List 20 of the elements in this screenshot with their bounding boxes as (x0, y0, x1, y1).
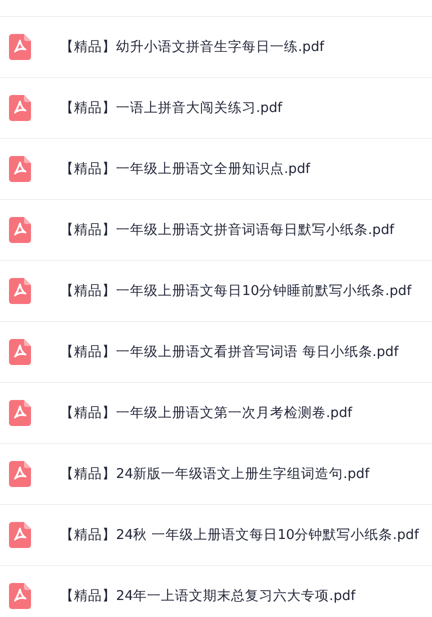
file-name[interactable]: 【精品】一年级上册语文看拼音写词语 每日小纸条.pdf (60, 343, 398, 361)
pdf-file-icon (9, 34, 31, 60)
pdf-file-icon (9, 583, 31, 609)
file-name[interactable]: 【精品】一年级上册语文每日10分钟睡前默写小纸条.pdf (60, 282, 412, 300)
pdf-file-icon (9, 400, 31, 426)
pdf-file-icon (9, 461, 31, 487)
file-name[interactable]: 【精品】24新版一年级语文上册生字组词造句.pdf (60, 465, 370, 483)
pdf-file-icon (9, 95, 31, 121)
file-name[interactable]: 【精品】一年级上册语文全册知识点.pdf (60, 160, 310, 178)
pdf-file-icon (9, 217, 31, 243)
file-name[interactable]: 【精品】一年级上册语文第一次月考检测卷.pdf (60, 404, 352, 422)
pdf-file-icon (9, 278, 31, 304)
file-name[interactable]: 【精品】24秋 一年级上册语文每日10分钟默写小纸条.pdf (60, 526, 419, 544)
file-name[interactable]: 【精品】一年级上册语文拼音词语每日默写小纸条.pdf (60, 221, 394, 239)
file-name[interactable]: 【精品】幼升小语文拼音生字每日一练.pdf (60, 38, 324, 56)
pdf-file-icon (9, 156, 31, 182)
file-name[interactable]: 【精品】一语上拼音大闯关练习.pdf (60, 99, 282, 117)
file-name[interactable]: 【精品】24年一上语文期末总复习六大专项.pdf (60, 587, 356, 605)
pdf-file-icon (9, 522, 31, 548)
pdf-file-icon (9, 339, 31, 365)
